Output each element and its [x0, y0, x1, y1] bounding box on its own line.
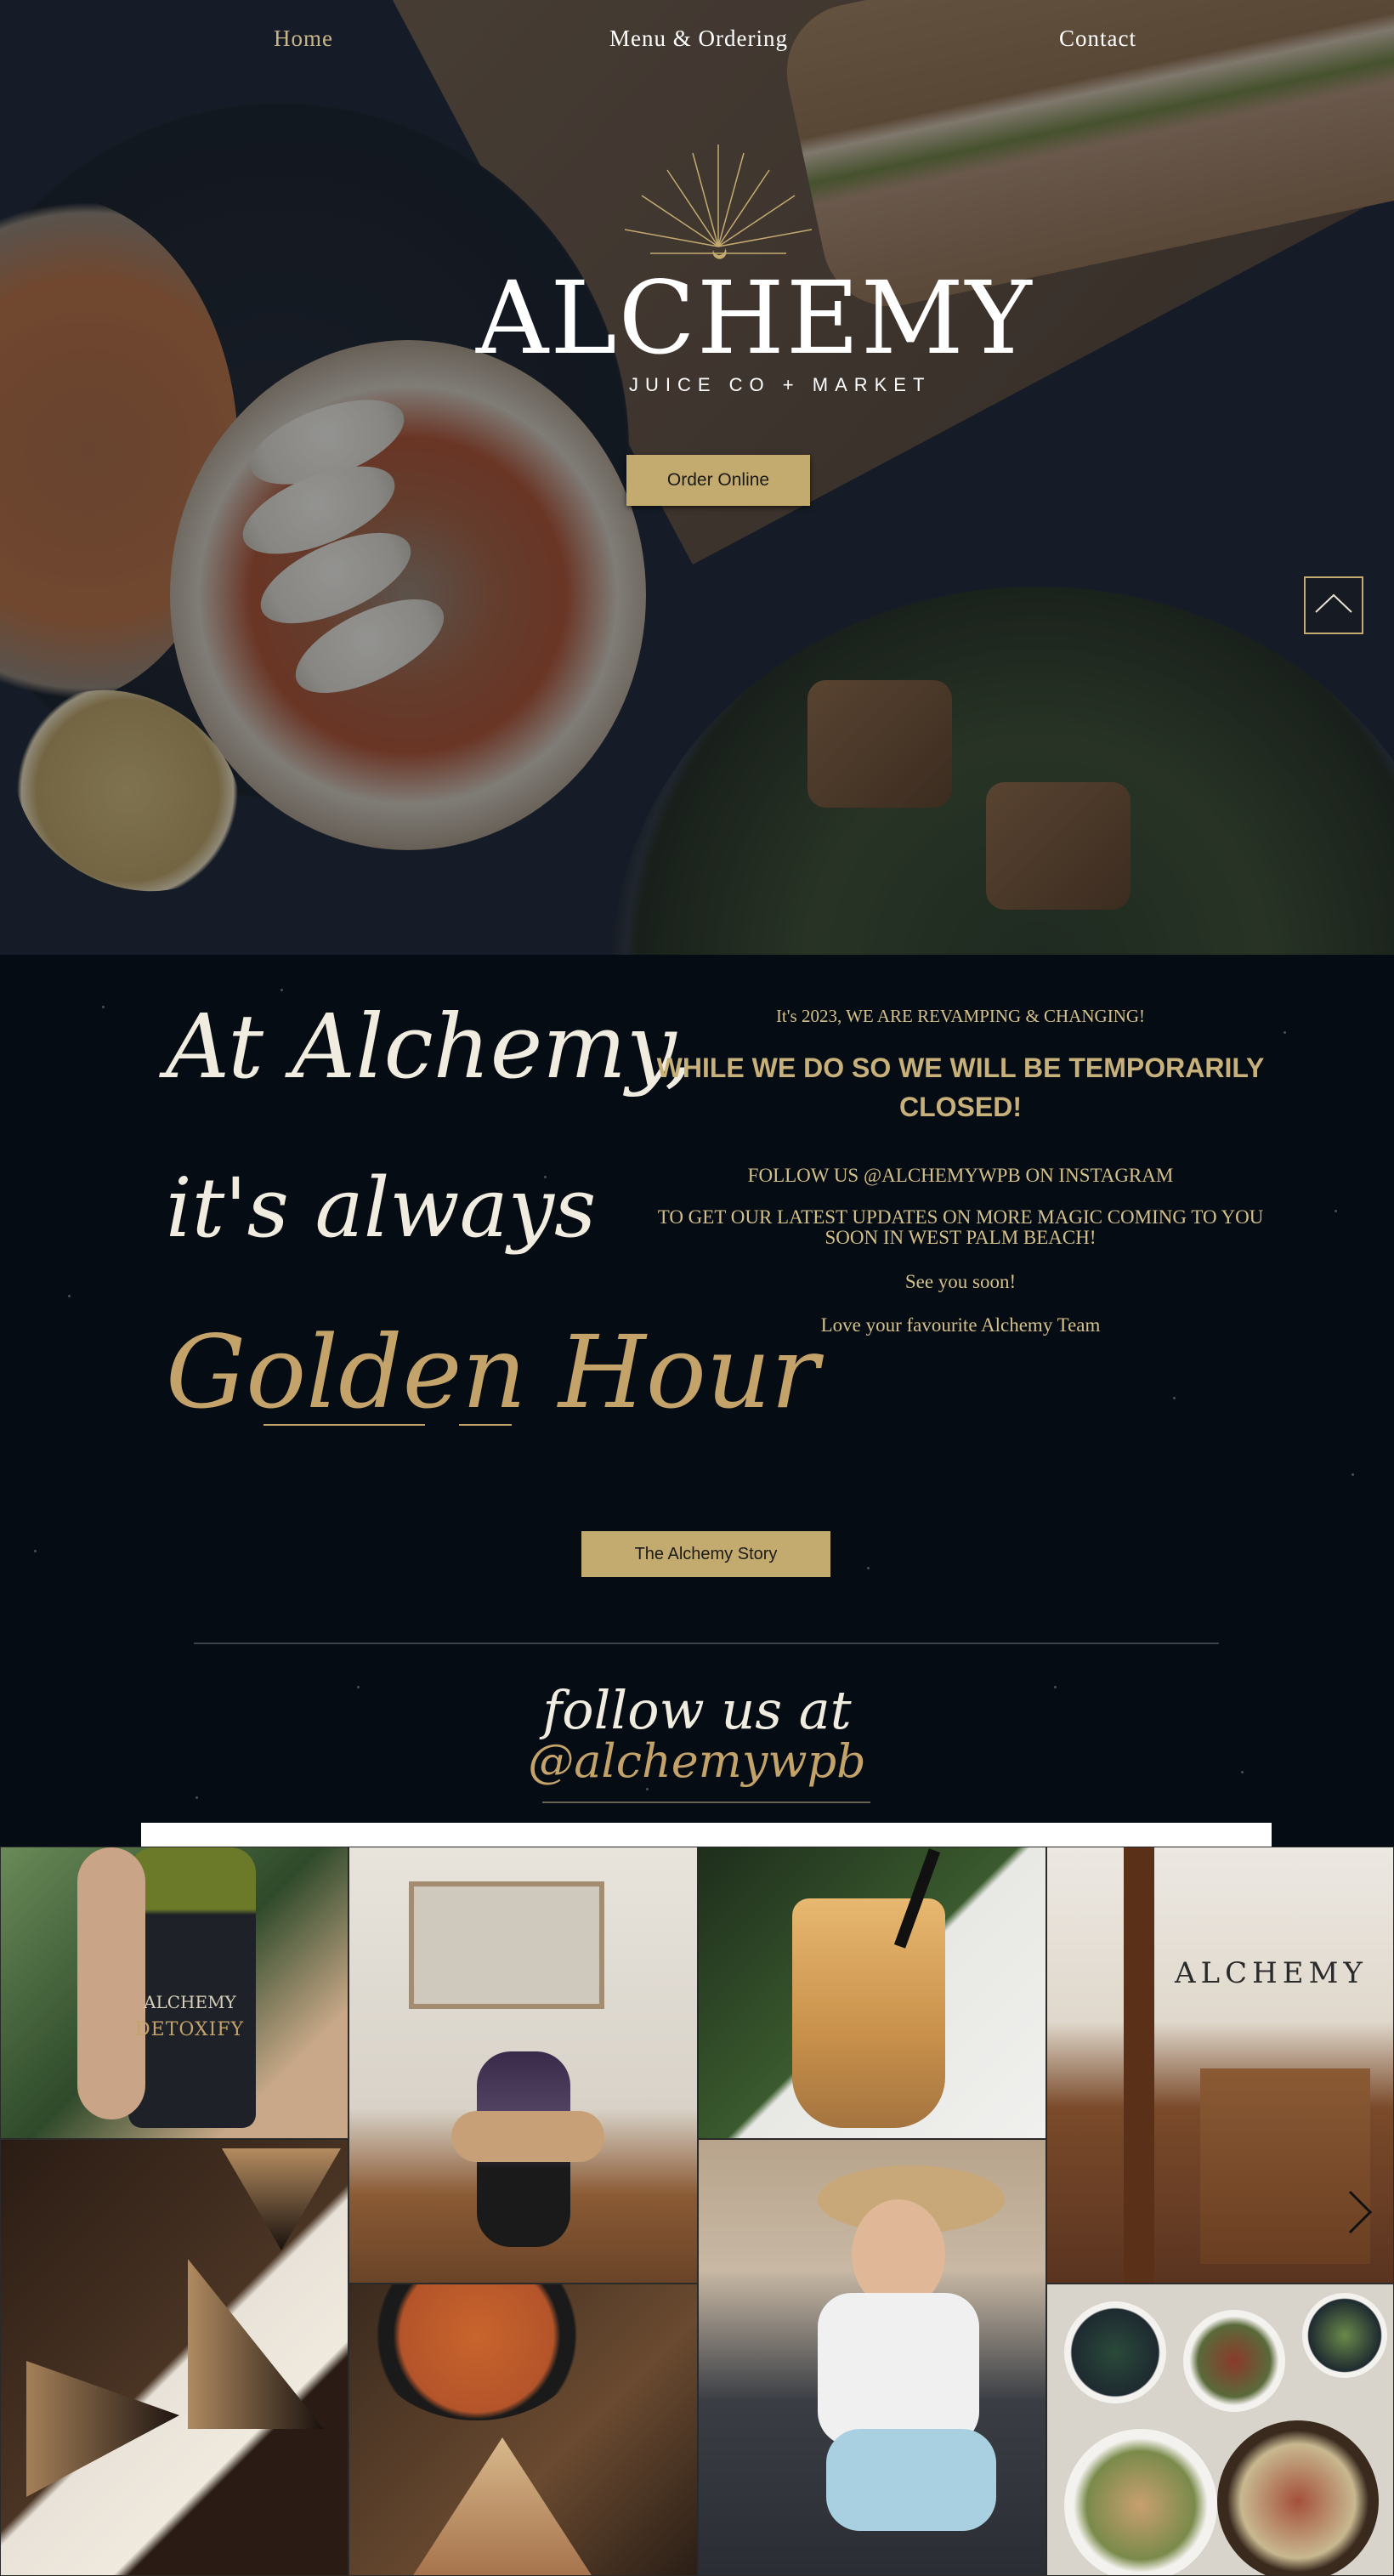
- notice-updates: TO GET OUR LATEST UPDATES ON MORE MAGIC …: [657, 1206, 1264, 1248]
- wall-mirror: [409, 1881, 604, 2009]
- golden-underline: [264, 1424, 425, 1426]
- pie-slice: [188, 2259, 324, 2429]
- nav-menu-ordering[interactable]: Menu & Ordering: [609, 26, 788, 52]
- main-nav: Home Menu & Ordering Contact: [0, 26, 1394, 60]
- plate: [1064, 2301, 1166, 2403]
- section-divider: [194, 1643, 1219, 1644]
- guitar: [451, 2111, 604, 2162]
- juice-bottle: [128, 1847, 256, 2128]
- feed-photo-soup[interactable]: [348, 2284, 698, 2576]
- charcuterie-board: [1217, 2420, 1379, 2575]
- feed-photo-smoothie[interactable]: [698, 1847, 1046, 2139]
- sandwich-half: [409, 2437, 596, 2575]
- wall-sign: ALCHEMY: [1175, 1956, 1368, 1990]
- feed-header-bar: [141, 1823, 1272, 1848]
- plate: [1302, 2293, 1387, 2378]
- feed-photo-guitarist[interactable]: [348, 1847, 698, 2284]
- notice-revamp: It's 2023, WE ARE REVAMPING & CHANGING!: [775, 1006, 1146, 1026]
- bottle-brand: ALCHEMY: [144, 1992, 236, 2012]
- golden-underline: [459, 1424, 512, 1426]
- pie-slice: [26, 2361, 179, 2497]
- instagram-handle-link[interactable]: @alchemywpb: [0, 1734, 1394, 1788]
- wooden-post: [1124, 1847, 1154, 2283]
- feed-photo-plates[interactable]: [1046, 2284, 1394, 2576]
- notice-closed: WHILE WE DO SO WE WILL BE TEMPORARILY CL…: [656, 1053, 1265, 1122]
- alchemy-logo: ALCHEMY JUICE CO + MARKET: [476, 145, 1034, 400]
- white-shirt: [818, 2293, 979, 2446]
- bottle-name: DETOXIFY: [135, 2019, 245, 2040]
- plate: [1183, 2310, 1285, 2412]
- blue-shorts: [826, 2429, 996, 2531]
- feed-photo-sun-hat[interactable]: [698, 2139, 1046, 2576]
- follow-underline: [542, 1801, 870, 1803]
- carousel-next-button[interactable]: [1345, 2187, 1375, 2238]
- intro-line-1: At Alchemy,: [166, 995, 693, 1098]
- chevron-right-icon: [1348, 2190, 1373, 2234]
- instagram-feed: ALCHEMY DETOXIFY ALCHEMY: [0, 1847, 1394, 2576]
- soup-bowl: [366, 2284, 587, 2420]
- alchemy-story-button[interactable]: The Alchemy Story: [581, 1531, 830, 1577]
- intro-line-2: it's always: [166, 1160, 597, 1256]
- feed-photo-detoxify[interactable]: ALCHEMY DETOXIFY: [0, 1847, 348, 2139]
- feed-photo-interior[interactable]: ALCHEMY: [1046, 1847, 1394, 2284]
- sunburst-icon: [625, 145, 812, 259]
- logo-wordmark: ALCHEMY: [476, 259, 1034, 377]
- plate: [1064, 2429, 1217, 2575]
- notice-see-you: See you soon!: [904, 1271, 1017, 1292]
- nav-home[interactable]: Home: [274, 26, 333, 52]
- chevron-up-icon: [1315, 593, 1352, 613]
- smoothie-cup: [792, 1898, 945, 2128]
- logo-tagline: JUICE CO + MARKET: [629, 374, 932, 395]
- nav-contact[interactable]: Contact: [1059, 26, 1136, 52]
- follow-us-heading: follow us at: [542, 1679, 852, 1741]
- notice-instagram: FOLLOW US @ALCHEMYWPB ON INSTAGRAM: [747, 1165, 1174, 1186]
- scroll-to-top-button[interactable]: [1304, 576, 1363, 634]
- notice-signoff: Love your favourite Alchemy Team: [820, 1314, 1101, 1336]
- hand: [77, 1847, 145, 2119]
- pie-slice: [222, 2148, 341, 2250]
- order-online-button[interactable]: Order Online: [626, 455, 810, 506]
- feed-photo-pies[interactable]: [0, 2139, 348, 2576]
